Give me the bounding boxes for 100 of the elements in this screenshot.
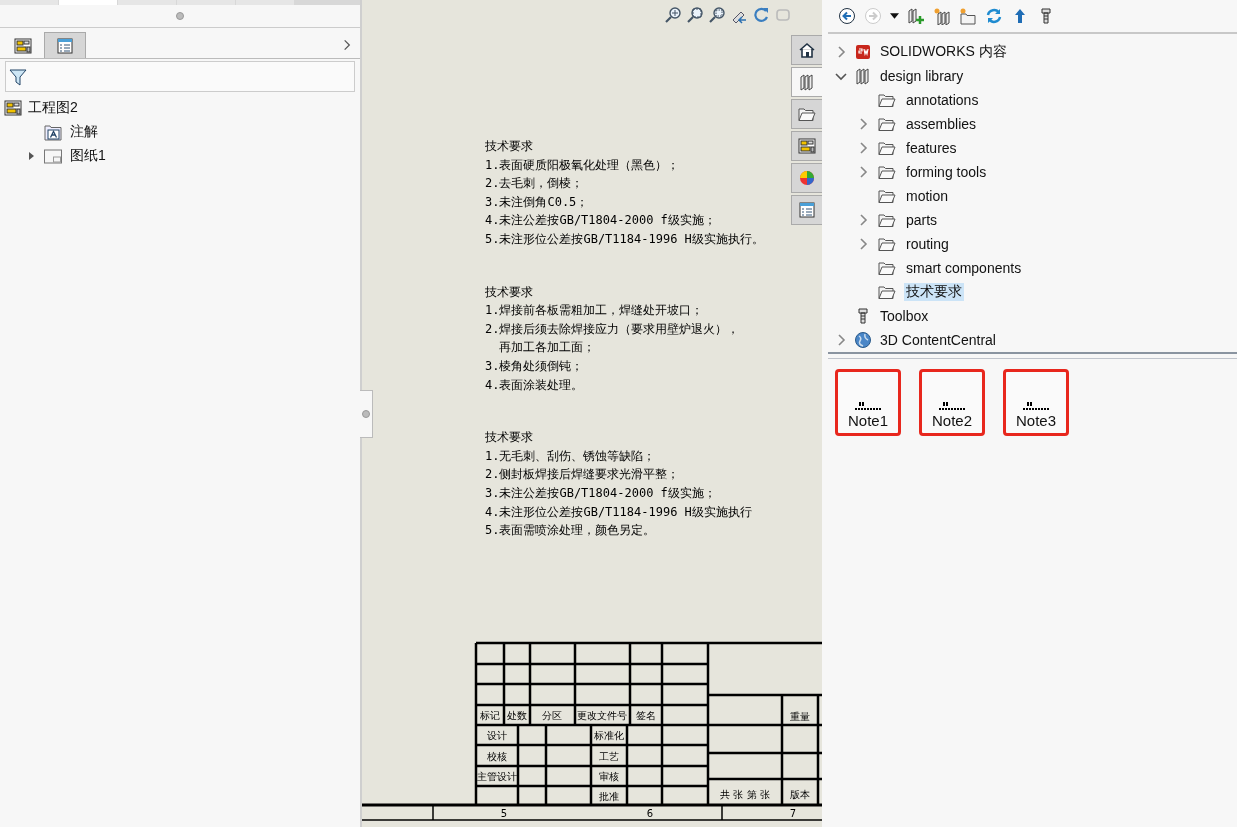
title-block-label: 工艺 bbox=[599, 751, 619, 762]
folder-icon bbox=[876, 211, 898, 229]
refresh-icon bbox=[985, 7, 1003, 25]
property-list-icon bbox=[56, 36, 74, 55]
folder-icon bbox=[876, 235, 898, 253]
tree-item[interactable]: 注解 bbox=[68, 123, 100, 141]
title-block-label: 主管设计 bbox=[477, 771, 517, 782]
title-block-label: 处数 bbox=[507, 710, 527, 721]
palette-item[interactable]: Note2 bbox=[919, 369, 985, 436]
tree-item[interactable]: 工程图2 bbox=[26, 99, 80, 117]
sw-cube-icon bbox=[854, 43, 872, 61]
note-line: 3.棱角处须倒钝； bbox=[485, 357, 585, 375]
folder-icon bbox=[876, 259, 898, 277]
zoom-to-fit-icon bbox=[664, 6, 682, 24]
palette-item-label: Note3 bbox=[1016, 412, 1056, 429]
library-tree-item[interactable]: SOLIDWORKS 内容 bbox=[878, 43, 1009, 61]
library-tree-item[interactable]: motion bbox=[904, 188, 951, 204]
note-line: 1.表面硬质阳极氧化处理（黑色）； bbox=[485, 156, 681, 174]
note-line: 2.侧封板焊接后焊缝要求光滑平整； bbox=[485, 466, 681, 484]
panel-collapse-handle[interactable] bbox=[360, 390, 373, 438]
note-title: 技术要求 bbox=[485, 138, 534, 155]
note-line: 4.表面涂装处理。 bbox=[485, 376, 585, 394]
note-line: 3.未注公差按GB/T1804-2000 f级实施； bbox=[485, 484, 717, 502]
note-line: 1.无毛刺、刮伤、锈蚀等缺陷； bbox=[485, 447, 657, 465]
note-line: 4.未注形位公差按GB/T1184-1996 H级实施执行 bbox=[485, 503, 753, 521]
drawing-sheet-icon bbox=[14, 36, 32, 55]
folder-icon bbox=[876, 163, 898, 181]
task-pane-tab[interactable] bbox=[791, 35, 822, 65]
forward-icon bbox=[864, 7, 882, 25]
note-line: 再加工各加工面； bbox=[498, 339, 596, 357]
zone-number: 7 bbox=[789, 808, 797, 819]
library-tree-item[interactable]: forming tools bbox=[904, 164, 989, 180]
home-icon bbox=[798, 41, 816, 59]
note-thumbnail-icon bbox=[938, 402, 966, 412]
library-tree-item[interactable]: parts bbox=[904, 212, 940, 228]
library-tree-item[interactable]: design library bbox=[878, 68, 966, 84]
title-block-label: 分区 bbox=[542, 710, 562, 721]
note-line: 3.未注倒角C0.5； bbox=[485, 193, 590, 211]
note-thumbnail-icon bbox=[1022, 402, 1050, 412]
title-block-label: 签名 bbox=[636, 710, 656, 721]
drawing-sheet-icon bbox=[4, 99, 22, 117]
title-block-label: 校核 bbox=[487, 751, 507, 762]
redraw-icon bbox=[752, 6, 770, 24]
globe-icon bbox=[854, 331, 872, 349]
book-stack-icon bbox=[854, 67, 872, 85]
title-block-label: 批准 bbox=[599, 791, 619, 802]
property-list-icon bbox=[798, 201, 816, 219]
resize-grip-icon[interactable] bbox=[176, 12, 184, 20]
palette-item[interactable]: Note3 bbox=[1003, 369, 1069, 436]
new-library-icon bbox=[933, 7, 951, 25]
title-block-label: 标准化 bbox=[594, 730, 624, 741]
library-tree-item[interactable]: assemblies bbox=[904, 116, 979, 132]
note-thumbnail-icon bbox=[854, 402, 882, 412]
title-block-label: 设计 bbox=[487, 730, 507, 741]
filter-field[interactable] bbox=[5, 61, 355, 92]
arrow-right-icon bbox=[26, 151, 36, 161]
book-stack-icon bbox=[798, 73, 816, 91]
note-line: 4.未注公差按GB/T1804-2000 f级实施； bbox=[485, 212, 717, 230]
folder-icon bbox=[876, 139, 898, 157]
palette-item[interactable]: Note1 bbox=[835, 369, 901, 436]
filter-icon bbox=[9, 66, 27, 87]
note-title: 技术要求 bbox=[485, 283, 534, 301]
palette-item-label: Note2 bbox=[932, 412, 972, 429]
pane-splitter[interactable] bbox=[828, 352, 1237, 359]
new-folder-icon bbox=[959, 7, 977, 25]
task-pane-tab[interactable] bbox=[791, 99, 822, 129]
title-block-label: 标记 bbox=[480, 710, 500, 721]
zone-number: 6 bbox=[646, 808, 654, 819]
annotation-folder-icon bbox=[42, 123, 64, 141]
title-block-label: 更改文件号 bbox=[577, 710, 627, 721]
zoom-to-area-icon bbox=[686, 6, 704, 24]
zoom-selection-icon bbox=[708, 6, 726, 24]
tree-item[interactable]: 图纸1 bbox=[68, 147, 108, 165]
library-tree-item[interactable]: Toolbox bbox=[878, 308, 931, 324]
folder-icon bbox=[876, 283, 898, 301]
back-icon bbox=[838, 7, 856, 25]
color-ball-icon bbox=[798, 169, 816, 187]
add-library-icon bbox=[907, 7, 925, 25]
folder-icon bbox=[876, 187, 898, 205]
library-tree-item[interactable]: annotations bbox=[904, 92, 981, 108]
note-line: 5.表面需喷涂处理，颜色另定。 bbox=[485, 522, 657, 540]
note-line: 1.焊接前各板需粗加工，焊缝处开坡口； bbox=[485, 302, 705, 320]
title-block-label: 审核 bbox=[599, 771, 619, 782]
folder-icon bbox=[876, 91, 898, 109]
title-block-label: 版本 bbox=[790, 789, 810, 800]
library-tree-item[interactable]: features bbox=[904, 140, 959, 156]
folder-icon bbox=[796, 105, 818, 123]
title-block-label: 重量 bbox=[790, 711, 810, 722]
panel-tab[interactable] bbox=[44, 32, 86, 58]
note-line: 2.去毛刺，倒棱； bbox=[485, 175, 585, 193]
caret-icon bbox=[890, 13, 899, 19]
library-tree-item[interactable]: smart components bbox=[904, 260, 1024, 276]
chevron-down-icon[interactable] bbox=[834, 70, 848, 82]
library-tree-item[interactable]: routing bbox=[904, 236, 951, 252]
palette-item-label: Note1 bbox=[848, 412, 888, 429]
zone-number: 5 bbox=[500, 808, 508, 819]
library-tree-item[interactable]: 3D ContentCentral bbox=[878, 332, 998, 348]
drawing-sheet-icon bbox=[798, 137, 816, 155]
note-line: 5.未注形位公差按GB/T1184-1996 H级实施执行。 bbox=[485, 230, 764, 248]
library-tree-item[interactable]: 技术要求 bbox=[904, 283, 964, 301]
